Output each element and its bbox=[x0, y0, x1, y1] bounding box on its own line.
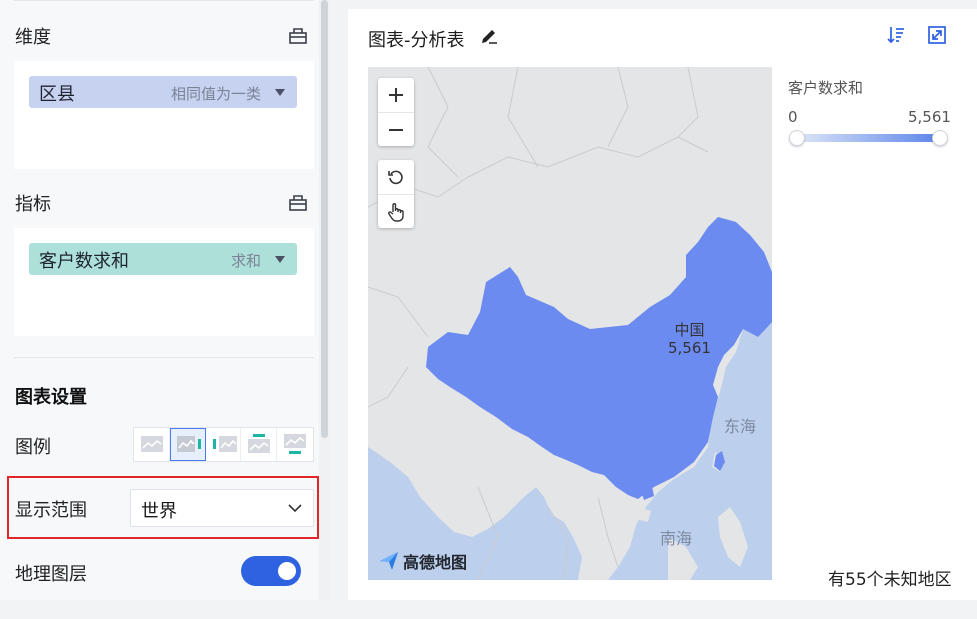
map-provider-name: 高德地图 bbox=[403, 553, 468, 572]
bottom-strip bbox=[0, 600, 977, 619]
region-name: 中国 bbox=[674, 321, 705, 339]
metric-field-label: 客户数求和 bbox=[39, 251, 129, 272]
clear-box-icon[interactable] bbox=[288, 25, 308, 45]
scroll-thumb[interactable] bbox=[321, 0, 328, 438]
divider bbox=[14, 0, 314, 1]
legend-bottom-option[interactable] bbox=[277, 428, 313, 461]
expand-icon[interactable] bbox=[927, 25, 947, 45]
legend-max: 5,561 bbox=[908, 108, 951, 126]
legend-min: 0 bbox=[788, 108, 798, 126]
zoom-controls bbox=[378, 78, 414, 146]
pan-button[interactable] bbox=[378, 194, 414, 228]
dimension-field-label: 区县 bbox=[39, 84, 75, 105]
metric-field-pill[interactable]: 客户数求和 求和 bbox=[29, 243, 297, 275]
geo-layer-label: 地理图层 bbox=[15, 564, 87, 585]
legend-right-option[interactable] bbox=[169, 428, 206, 461]
caret-down-icon[interactable] bbox=[275, 256, 285, 263]
geo-layer-toggle[interactable] bbox=[241, 556, 301, 586]
legend-bottom-icon bbox=[284, 434, 307, 454]
geo-map[interactable]: 中国 5,561 东海 南海 高德地图 bbox=[368, 67, 772, 580]
config-panel: 维度 区县 相同值为一类 指标 客户数求和 求和 图表设置 图例 显示范围 世界… bbox=[0, 0, 330, 600]
reset-icon bbox=[388, 170, 403, 185]
chart-settings-title: 图表设置 bbox=[15, 387, 87, 408]
metric-drop-zone[interactable]: 客户数求和 求和 bbox=[14, 228, 314, 336]
chart-title: 图表-分析表 bbox=[368, 30, 465, 51]
map-provider-logo: 高德地图 bbox=[378, 549, 467, 573]
legend-none-icon bbox=[141, 436, 163, 452]
legend-label: 图例 bbox=[15, 437, 51, 458]
legend-top-icon bbox=[248, 434, 271, 453]
clear-box-icon[interactable] bbox=[288, 192, 308, 212]
zoom-out-icon bbox=[389, 128, 403, 131]
map-geography bbox=[368, 67, 772, 580]
zoom-in-button[interactable] bbox=[378, 78, 414, 112]
legend-left-icon bbox=[212, 436, 237, 452]
zoom-in-icon bbox=[389, 88, 403, 102]
metric-title: 指标 bbox=[15, 194, 51, 215]
chart-card: 图表-分析表 中国 5,561 东海 南海 高德地图 客户数求和 0 5,561… bbox=[348, 9, 977, 600]
legend-right-icon bbox=[176, 436, 201, 452]
sea-label-east: 东海 bbox=[724, 417, 757, 436]
toggle-knob bbox=[278, 562, 296, 580]
zoom-out-button[interactable] bbox=[378, 112, 414, 146]
region-label: 中国 5,561 bbox=[668, 321, 711, 357]
legend-min-handle[interactable] bbox=[789, 130, 805, 146]
dimension-title: 维度 bbox=[15, 27, 51, 48]
unknown-regions-note: 有55个未知地区 bbox=[828, 570, 952, 590]
legend-none-option[interactable] bbox=[134, 428, 170, 461]
hand-pan-icon bbox=[388, 202, 404, 222]
panel-scrollbar[interactable] bbox=[319, 0, 330, 600]
legend-gradient-bar bbox=[796, 134, 941, 142]
legend-left-option[interactable] bbox=[206, 428, 242, 461]
sea-label-south: 南海 bbox=[660, 529, 693, 548]
dimension-drop-zone[interactable]: 区县 相同值为一类 bbox=[14, 61, 314, 169]
edit-icon[interactable] bbox=[480, 26, 498, 44]
highlight-annotation-box bbox=[7, 476, 319, 539]
legend-position-options bbox=[133, 427, 314, 462]
dimension-field-aggregation: 相同值为一类 bbox=[170, 85, 261, 103]
caret-down-icon[interactable] bbox=[275, 89, 285, 96]
legend-top-option[interactable] bbox=[241, 428, 278, 461]
sort-icon[interactable] bbox=[886, 25, 906, 45]
metric-field-aggregation: 求和 bbox=[230, 252, 261, 270]
view-controls bbox=[378, 160, 414, 228]
amap-logo-icon bbox=[380, 552, 398, 570]
legend-title: 客户数求和 bbox=[788, 79, 864, 97]
legend-max-handle[interactable] bbox=[932, 130, 948, 146]
reset-view-button[interactable] bbox=[378, 160, 414, 194]
dimension-field-pill[interactable]: 区县 相同值为一类 bbox=[29, 76, 297, 108]
divider bbox=[14, 357, 314, 358]
region-value: 5,561 bbox=[668, 339, 711, 357]
